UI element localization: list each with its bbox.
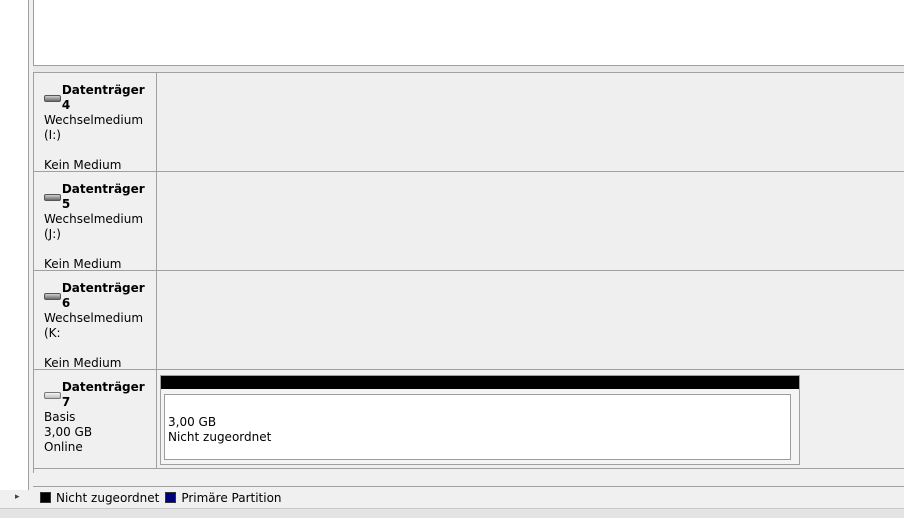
disk-empty-area [158, 73, 904, 171]
disk-map-pane: Datenträger 4 Wechselmedium (I:) Kein Me… [33, 73, 904, 473]
disk-title: Datenträger 7 [61, 380, 145, 409]
disk-label[interactable]: Datenträger 7 Basis 3,00 GB Online [34, 370, 157, 468]
removable-drive-icon [44, 193, 61, 201]
disk-title: Datenträger 6 [61, 281, 145, 310]
disk-label[interactable]: Datenträger 5 Wechselmedium (J:) Kein Me… [34, 172, 157, 271]
legend-swatch [165, 492, 177, 503]
disk-label[interactable]: Datenträger 6 Wechselmedium (K: Kein Med… [34, 271, 157, 370]
scroll-right-arrow-icon[interactable]: ▸ [15, 492, 20, 502]
disk-title: Datenträger 5 [61, 182, 145, 211]
disk-type: Wechselmedium (I:) [44, 113, 144, 142]
pane-splitter[interactable] [33, 66, 904, 73]
disk-row[interactable]: Datenträger 6 Wechselmedium (K: Kein Med… [34, 271, 904, 370]
legend-swatch [40, 492, 51, 503]
disk-status: Online [44, 440, 83, 454]
disk-empty-area [158, 172, 904, 270]
disk-type: Wechselmedium (K: [44, 311, 144, 340]
legend-bar: Nicht zugeordnet Primäre Partition [33, 486, 904, 508]
basic-disk-icon [44, 391, 61, 399]
volume-list-pane[interactable] [33, 0, 904, 66]
disk-status: Kein Medium [44, 158, 122, 172]
disk-type: Basis [44, 410, 76, 424]
disk-empty-area [158, 271, 904, 369]
disk-row[interactable]: Datenträger 5 Wechselmedium (J:) Kein Me… [34, 172, 904, 271]
volume-label: Nicht zugeordnet [168, 430, 272, 444]
volume-size: 3,00 GB [168, 415, 217, 429]
volume-type-bar [161, 376, 799, 389]
removable-drive-icon [44, 94, 61, 102]
disk-status: Kein Medium [44, 257, 122, 271]
legend-label: Nicht zugeordnet [56, 490, 160, 505]
legend-label: Primäre Partition [181, 490, 282, 505]
disk-size: 3,00 GB [44, 425, 93, 439]
removable-drive-icon [44, 292, 61, 300]
disk-row[interactable]: Datenträger 4 Wechselmedium (I:) Kein Me… [34, 73, 904, 172]
disk-label[interactable]: Datenträger 4 Wechselmedium (I:) Kein Me… [34, 73, 157, 172]
disk-title: Datenträger 4 [61, 83, 145, 112]
legend-item-primary-partition: Primäre Partition [165, 490, 282, 505]
legend-item-unallocated: Nicht zugeordnet [40, 491, 159, 505]
unallocated-volume[interactable]: 3,00 GB Nicht zugeordnet [160, 375, 800, 465]
disk-row[interactable]: Datenträger 7 Basis 3,00 GB Online 3,00 … [34, 370, 904, 469]
console-tree-pane[interactable]: ▸ [0, 0, 29, 502]
disk-status: Kein Medium [44, 356, 122, 370]
volume-body[interactable]: 3,00 GB Nicht zugeordnet [164, 394, 791, 460]
disk-type: Wechselmedium (J:) [44, 212, 144, 241]
